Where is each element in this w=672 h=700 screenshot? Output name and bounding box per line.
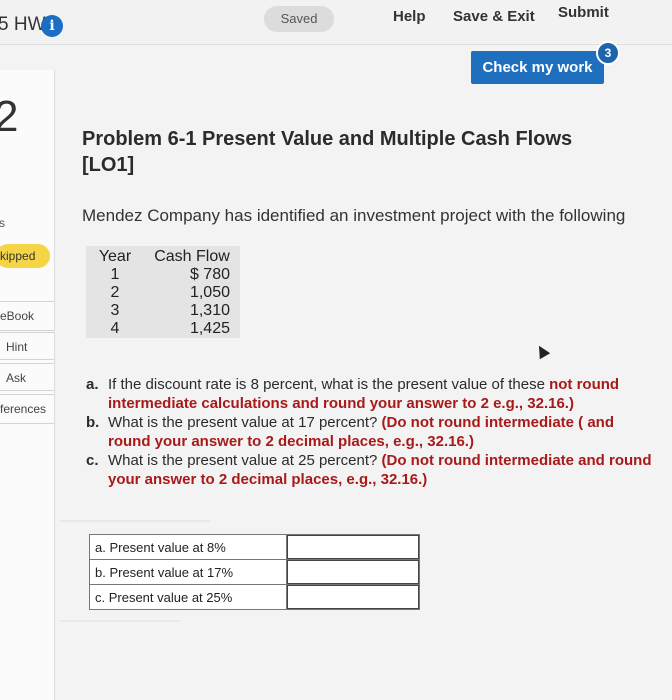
answer-label: c. Present value at 25% [89,584,287,610]
year-cell: 1 [110,266,120,283]
skipped-badge: kipped [0,244,50,268]
question-c: c. What is the present value at 25 perce… [86,451,656,489]
answer-row: b. Present value at 17% [89,559,420,585]
help-button[interactable]: Help [393,8,426,25]
assignment-title: 5 HW [0,14,46,35]
present-value-17-input[interactable] [287,560,419,584]
info-icon[interactable]: i [41,15,63,37]
cash-flow-cell: $ 780 [189,266,230,283]
question-letter: c. [86,452,99,469]
question-text: If the discount rate is 8 percent, what … [108,376,545,393]
mouse-cursor-icon [533,342,551,360]
table-row: 1 $ 780 [86,266,240,284]
cash-flow-header: Cash Flow [154,248,230,265]
check-my-work-button[interactable]: Check my work [471,51,604,84]
references-button[interactable]: ferences [0,394,54,424]
saved-status: Saved [264,6,334,32]
answer-row: c. Present value at 25% [89,584,420,610]
answer-label: a. Present value at 8% [89,534,287,560]
divider [60,620,180,622]
question-list: a. If the discount rate is 8 percent, wh… [86,375,656,489]
present-value-8-input[interactable] [287,535,419,559]
divider [60,520,210,522]
year-cell: 2 [110,284,120,301]
cash-flow-cell: 1,425 [189,320,230,337]
present-value-25-input[interactable] [287,585,419,609]
answer-table: a. Present value at 8% b. Present value … [89,534,420,610]
question-b: b. What is the present value at 17 perce… [86,413,656,451]
question-text: What is the present value at 17 percent? [108,414,378,431]
answer-row: a. Present value at 8% [89,534,420,560]
table-row: 2 1,050 [86,284,240,302]
cash-flow-cell: 1,310 [189,302,230,319]
check-attempts-badge: 3 [596,41,620,65]
submit-button[interactable]: Submit [558,4,609,21]
table-row: 4 1,425 [86,320,240,338]
answer-label: b. Present value at 17% [89,559,287,585]
table-row: 3 1,310 [86,302,240,320]
cash-flow-table: Year Cash Flow 1 $ 780 2 1,050 3 1,310 4… [86,246,240,338]
question-text: What is the present value at 25 percent? [108,452,378,469]
hint-button[interactable]: Hint [0,332,54,360]
year-cell: 3 [110,302,120,319]
question-letter: b. [86,414,100,431]
question-a: a. If the discount rate is 8 percent, wh… [86,375,656,413]
question-sidebar: 2 s kipped eBook Hint Ask ferences [0,70,55,700]
problem-intro: Mendez Company has identified an investm… [82,206,626,225]
year-cell: 4 [110,320,120,337]
cash-flow-cell: 1,050 [189,284,230,301]
question-letter: a. [86,376,99,393]
save-exit-button[interactable]: Save & Exit [453,8,535,25]
year-header: Year [98,248,132,265]
top-bar: 5 HW i Saved Help Save & Exit Submit [0,0,672,45]
ask-button[interactable]: Ask [0,363,54,391]
question-number: 2 [0,92,19,141]
points-label: s [0,216,5,230]
problem-title: Problem 6-1 Present Value and Multiple C… [82,128,573,176]
ebook-button[interactable]: eBook [0,301,54,331]
